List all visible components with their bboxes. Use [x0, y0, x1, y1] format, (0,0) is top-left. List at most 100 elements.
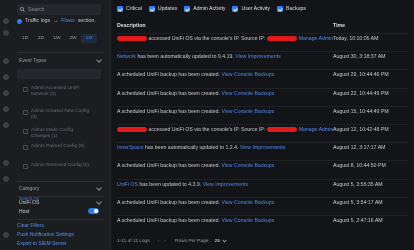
clear-filters-link[interactable]: Clear Filters	[17, 223, 44, 229]
checkbox[interactable]	[23, 145, 28, 150]
log-text: accessed UniFi OS via the console's IP. …	[147, 36, 267, 42]
filter-critical[interactable]: Critical	[117, 6, 142, 12]
event-type-label: Admin Removed Config (0)	[31, 163, 89, 168]
action-link[interactable]: View Console Backups	[221, 109, 274, 115]
log-time: August 29, 10:44:46 PM	[333, 72, 389, 79]
chevron-down-icon	[222, 238, 227, 243]
host-toggle[interactable]	[88, 208, 99, 214]
log-time: August 5, 2:47:16 AM	[333, 218, 383, 224]
range-1w[interactable]: 1W	[49, 34, 65, 43]
event-type-label: Admin Accessed UniFi Network (3)	[31, 86, 79, 97]
range-1d[interactable]: 1D	[17, 34, 33, 43]
next-page-icon[interactable]: ›	[164, 239, 166, 244]
log-description: A scheduled UniFi backup has been create…	[117, 200, 333, 206]
action-link[interactable]: View Console Backups	[221, 163, 274, 169]
log-text: has been automatically updated to 1.2.4.	[143, 145, 240, 152]
flows-link[interactable]: Flows	[61, 18, 75, 24]
rail-icon[interactable]	[3, 232, 9, 238]
log-time: August 12, 10:42:48 PM	[333, 127, 389, 133]
log-text: A scheduled UniFi backup has been create…	[117, 108, 222, 115]
column-header-description[interactable]: Description	[117, 23, 333, 31]
search-box[interactable]	[17, 4, 101, 15]
rail-icon[interactable]	[3, 122, 9, 128]
rail-icon[interactable]	[3, 30, 9, 36]
table-row[interactable]: A scheduled UniFi backup has been create…	[117, 105, 408, 117]
app-link[interactable]: Network	[117, 54, 136, 60]
table-row[interactable]: UniFi OS has been updated to 4.3.9. View…	[117, 178, 408, 190]
log-time: August 12, 3:17:17 AM	[333, 145, 386, 152]
checkbox[interactable]	[23, 129, 28, 134]
action-link[interactable]: Manage Admins	[299, 36, 333, 42]
range-1m[interactable]: 1M	[81, 34, 97, 43]
event-filter-input[interactable]	[17, 69, 101, 79]
app-link[interactable]: UniFi OS	[117, 182, 138, 188]
range-2w[interactable]: 2W	[65, 34, 81, 43]
action-link[interactable]: View Improvements	[203, 182, 248, 188]
left-rail	[0, 0, 12, 250]
action-link[interactable]: Manage Admins	[299, 127, 333, 133]
traffic-prefix: Traffic logs	[25, 18, 51, 24]
rail-icon[interactable]	[3, 106, 9, 112]
action-link[interactable]: View Improvements	[235, 54, 280, 60]
log-description: accessed UniFi OS via the console's IP. …	[117, 127, 333, 133]
table-row[interactable]: A scheduled UniFi backup has been create…	[117, 87, 408, 99]
app-link[interactable]: InnerSpace	[117, 145, 144, 151]
event-type-item[interactable]: Admin Made Config Changes (1)	[23, 128, 93, 140]
divider	[17, 219, 104, 220]
filter-admin-activity[interactable]: Admin Activity	[184, 6, 225, 12]
action-link[interactable]: View Console Backups	[221, 72, 274, 78]
chevron-down-icon[interactable]	[96, 185, 102, 191]
event-type-item[interactable]: Admin Passed Config (0)	[23, 144, 93, 150]
checkbox[interactable]	[184, 6, 191, 12]
rows-per-page: Rows Per Page: 25	[175, 238, 227, 244]
filter-updates[interactable]: Updates	[148, 6, 177, 12]
filter-user-activity[interactable]: User Activity	[232, 6, 270, 12]
chevron-down-icon[interactable]	[96, 199, 102, 205]
time-range-selector: 1D 3D 1W 2W 1M	[17, 34, 97, 43]
prev-page-icon[interactable]: ‹	[158, 239, 160, 244]
filter-backups[interactable]: Backups	[277, 6, 306, 12]
checkbox[interactable]	[277, 6, 284, 12]
checkbox[interactable]	[23, 87, 28, 92]
table-row[interactable]: Network has been automatically updated t…	[117, 51, 408, 62]
chevron-down-icon[interactable]	[96, 57, 102, 63]
checkbox[interactable]	[117, 6, 123, 12]
log-text: A scheduled UniFi backup has been create…	[117, 90, 222, 97]
event-type-item[interactable]: Admin Created New Config (0)	[23, 109, 93, 121]
rail-icon[interactable]	[3, 18, 9, 24]
log-text: A scheduled UniFi backup has been create…	[117, 218, 222, 224]
event-type-item[interactable]: Admin Removed Config (0)	[23, 163, 93, 169]
checkbox[interactable]	[23, 164, 28, 169]
rows-per-page-select[interactable]: 25	[215, 238, 227, 244]
column-header-time[interactable]: Time	[333, 23, 408, 31]
table-row[interactable]: A scheduled UniFi backup has been create…	[117, 160, 408, 171]
unifi-os-label: UniFi OS	[19, 200, 40, 206]
rail-icon[interactable]	[3, 58, 9, 64]
log-text: accessed UniFi OS via the console's IP. …	[147, 127, 267, 133]
table-row[interactable]: accessed UniFi OS via the console's IP. …	[117, 33, 408, 44]
checkbox[interactable]	[23, 110, 28, 115]
search-input[interactable]	[28, 6, 98, 13]
action-link[interactable]: View Console Backups	[221, 91, 274, 97]
event-type-item[interactable]: Admin Accessed UniFi Network (3)	[23, 86, 93, 98]
checkbox[interactable]	[232, 6, 239, 12]
rail-icon[interactable]	[3, 176, 9, 182]
action-link[interactable]: View Improvements	[240, 145, 285, 151]
table-row[interactable]: InnerSpace has been automatically update…	[117, 142, 408, 153]
export-siem-link[interactable]: Export to SIEM Server	[17, 241, 67, 247]
action-link[interactable]: View Console Backups	[221, 218, 274, 224]
range-3d[interactable]: 3D	[33, 34, 49, 43]
rail-icon[interactable]	[3, 160, 9, 166]
table-row[interactable]: A scheduled UniFi backup has been create…	[117, 196, 408, 208]
push-notification-settings-link[interactable]: Push Notification Settings	[17, 232, 74, 238]
rail-icon[interactable]	[3, 74, 9, 80]
table-row[interactable]: A scheduled UniFi backup has been create…	[117, 215, 408, 226]
log-text: A scheduled UniFi backup has been create…	[117, 163, 222, 170]
checkbox[interactable]	[148, 6, 155, 12]
table-row[interactable]: accessed UniFi OS via the console's IP. …	[117, 124, 408, 135]
rail-icon[interactable]	[3, 90, 9, 96]
table-row[interactable]: A scheduled UniFi backup has been create…	[117, 69, 408, 80]
log-description: A scheduled UniFi backup has been create…	[117, 109, 333, 115]
action-link[interactable]: View Console Backups	[221, 200, 274, 206]
divider	[17, 52, 104, 53]
